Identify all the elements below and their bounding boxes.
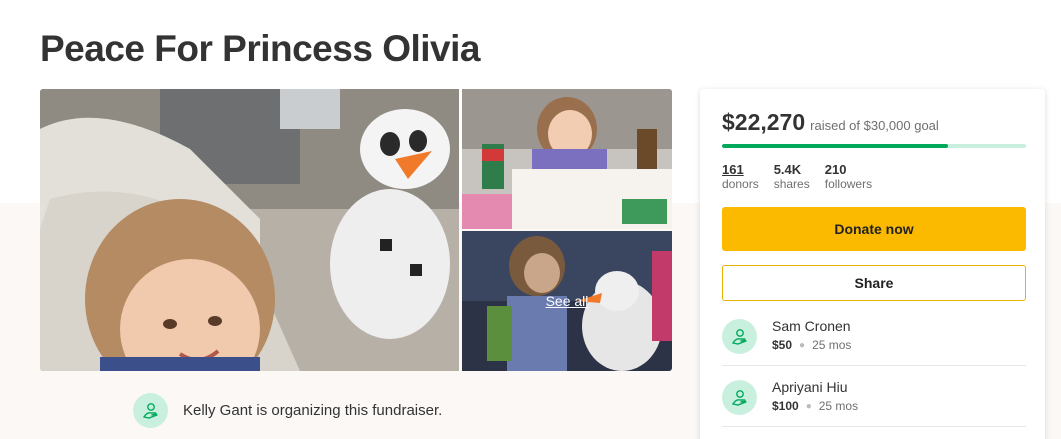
donate-now-button[interactable]: Donate now — [722, 207, 1026, 251]
raised-amount: $22,270 — [722, 109, 806, 135]
stat-followers-value: 210 — [824, 162, 847, 177]
heart-hand-icon — [731, 328, 747, 345]
organizer-info: Kelly Gant is organizing this fundraiser… — [133, 393, 442, 428]
separator-dot: ● — [799, 339, 806, 351]
gallery-photo-2-image — [462, 89, 672, 229]
stat-donors-label: donors — [722, 177, 759, 191]
donor-name: Sam Cronen — [772, 318, 851, 334]
gallery-photo-3[interactable]: See all — [462, 231, 672, 371]
see-all-link[interactable]: See all — [462, 231, 672, 371]
stat-donors[interactable]: 161 donors — [722, 162, 759, 192]
stat-followers: 210 followers — [825, 162, 872, 192]
stats-row: 161 donors 5.4K shares 210 followers — [722, 162, 887, 192]
stat-donors-value[interactable]: 161 — [722, 162, 759, 177]
heart-hand-icon — [142, 402, 158, 419]
separator-dot: ● — [805, 400, 812, 412]
organizer-avatar — [133, 393, 168, 428]
organizer-text: Kelly Gant is organizing this fundraiser… — [183, 402, 443, 419]
stat-shares-label: shares — [773, 177, 810, 191]
photo-gallery: See all — [40, 89, 672, 371]
donor-time: 25 mos — [818, 399, 859, 413]
donor-list-item: Apriyani Hiu $100 ● 25 mos — [722, 378, 1026, 415]
donation-card: $22,270 raised of $30,000 goal 161 donor… — [700, 89, 1045, 439]
progress-bar — [722, 144, 1026, 148]
donor-amount: $100 — [772, 399, 799, 413]
donor-avatar — [722, 380, 757, 415]
donor-name: Apriyani Hiu — [772, 379, 848, 395]
heart-hand-icon — [731, 389, 747, 406]
progress-bar-fill — [722, 144, 948, 148]
page-title: Peace For Princess Olivia — [40, 28, 480, 69]
donor-meta: $50 ● 25 mos — [772, 338, 851, 352]
share-button[interactable]: Share — [722, 265, 1026, 301]
donor-avatar — [722, 319, 757, 354]
main-photo[interactable] — [40, 89, 459, 371]
donor-divider — [722, 365, 1026, 366]
donor-info: Apriyani Hiu $100 ● 25 mos — [772, 378, 858, 413]
donor-meta: $100 ● 25 mos — [772, 399, 858, 413]
main-photo-image — [40, 89, 459, 371]
donor-info: Sam Cronen $50 ● 25 mos — [772, 317, 851, 352]
stat-followers-label: followers — [824, 177, 873, 191]
stat-shares: 5.4K shares — [774, 162, 810, 192]
donor-amount: $50 — [772, 338, 793, 352]
donor-time: 25 mos — [812, 338, 852, 352]
donor-list-item: Sam Cronen $50 ● 25 mos — [722, 317, 1026, 354]
stat-shares-value: 5.4K — [773, 162, 802, 177]
goal-text: raised of $30,000 goal — [810, 118, 939, 133]
gallery-photo-2[interactable] — [462, 89, 672, 229]
donor-divider — [722, 426, 1026, 427]
amount-row: $22,270 raised of $30,000 goal — [722, 109, 939, 136]
